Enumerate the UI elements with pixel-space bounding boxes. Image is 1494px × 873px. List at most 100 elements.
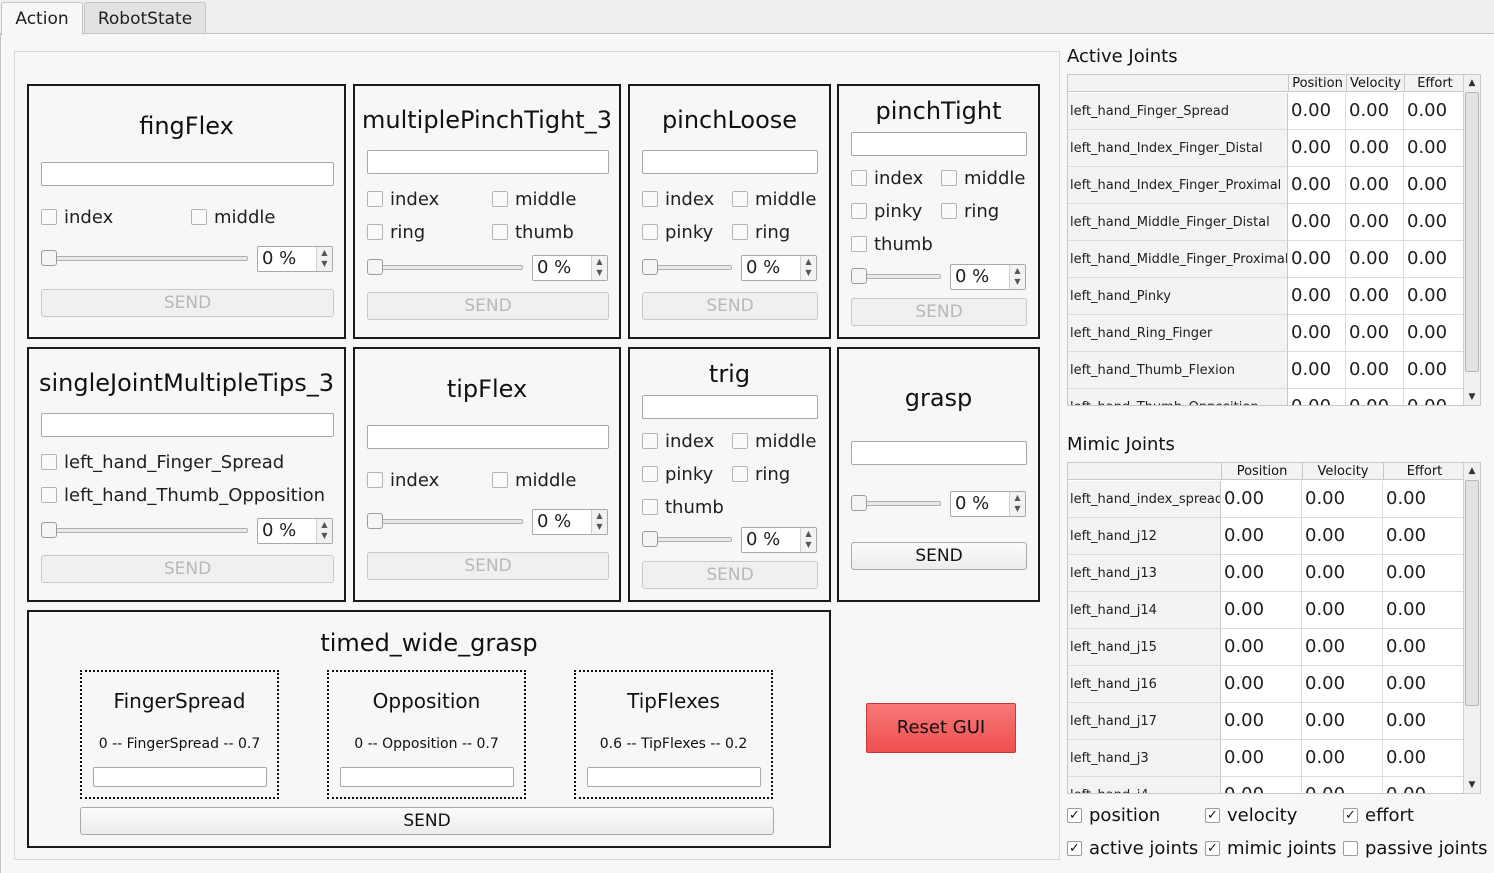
spin-arrows[interactable]: ▲ ▼ — [316, 247, 332, 271]
scrollbar-thumb[interactable] — [1465, 92, 1479, 372]
table-row[interactable]: left_hand_Finger_Spread 0.00 0.00 0.00 — [1068, 93, 1465, 130]
table-row[interactable]: left_hand_j40.000.000.00 — [1068, 777, 1465, 793]
fingflex-checkbox-index[interactable]: index — [41, 206, 113, 228]
slider-handle[interactable] — [642, 531, 658, 547]
table-cell[interactable]: 0.00 — [1346, 241, 1404, 278]
pinchloose-checkbox-index[interactable]: index — [642, 188, 714, 210]
tab-action[interactable]: Action — [1, 2, 83, 35]
filter-checkbox-velocity[interactable]: ✓ velocity — [1205, 805, 1297, 826]
table-cell[interactable]: 0.00 — [1383, 592, 1465, 629]
table-cell[interactable]: 0.00 — [1302, 555, 1383, 592]
scroll-up-icon[interactable]: ▲ — [1464, 463, 1480, 479]
table-cell[interactable]: 0.00 — [1404, 167, 1465, 204]
trig-checkbox-pinky[interactable]: pinky — [642, 463, 713, 485]
table-cell[interactable]: 0.00 — [1288, 352, 1346, 389]
spin-down-icon[interactable]: ▼ — [592, 521, 607, 532]
pinchtight-checkbox-index[interactable]: index — [851, 167, 923, 189]
table-row[interactable]: left_hand_j13 0.00 0.00 0.00 — [1068, 555, 1465, 592]
spin-up-icon[interactable]: ▲ — [1010, 492, 1025, 503]
table-cell[interactable]: 0.00 — [1383, 777, 1465, 793]
table-cell[interactable]: 0.00 — [1302, 629, 1383, 666]
trig-checkbox-thumb[interactable]: thumb — [642, 496, 724, 518]
slider-handle[interactable] — [367, 513, 383, 529]
table-row[interactable]: left_hand_j16 0.00 0.00 0.00 — [1068, 666, 1465, 703]
table-cell[interactable]: 0.00 — [1221, 629, 1302, 666]
scroll-down-icon[interactable]: ▼ — [1464, 389, 1480, 405]
trig-percent-spinbox[interactable]: 0 % ▲ ▼ — [741, 527, 817, 553]
pinchloose-text-input[interactable] — [642, 150, 818, 174]
slider-handle[interactable] — [642, 259, 658, 275]
table-cell[interactable]: 0.00 — [1302, 703, 1383, 740]
table-cell[interactable]: 0.00 — [1346, 352, 1404, 389]
table-cell[interactable]: 0.00 — [1221, 777, 1302, 793]
sjmt3-checkbox-thumb-opposition[interactable]: left_hand_Thumb_Opposition — [41, 484, 325, 506]
table-cell[interactable]: 0.00 — [1288, 167, 1346, 204]
table-row[interactable]: left_hand_Thumb_Opposition0.000.000.00 — [1068, 389, 1465, 405]
filter-checkbox-position[interactable]: ✓ position — [1067, 805, 1160, 826]
fingflex-send-button[interactable]: SEND — [41, 289, 334, 317]
column-header[interactable]: Effort — [1383, 463, 1465, 480]
table-cell[interactable]: 0.00 — [1346, 315, 1404, 352]
table-cell[interactable]: 0.00 — [1404, 93, 1465, 130]
mpt3-slider[interactable] — [367, 259, 523, 275]
table-cell[interactable]: 0.00 — [1404, 315, 1465, 352]
table-row[interactable]: left_hand_j15 0.00 0.00 0.00 — [1068, 629, 1465, 666]
table-row[interactable]: left_hand_index_spread 0.00 0.00 0.00 — [1068, 481, 1465, 518]
fingflex-text-input[interactable] — [41, 162, 334, 186]
pinchloose-slider[interactable] — [642, 259, 732, 275]
table-cell[interactable]: 0.00 — [1221, 703, 1302, 740]
sjmt3-slider[interactable] — [41, 522, 248, 538]
spin-down-icon[interactable]: ▼ — [317, 530, 332, 541]
scrollbar-thumb[interactable] — [1465, 480, 1479, 706]
table-row[interactable]: left_hand_j14 0.00 0.00 0.00 — [1068, 592, 1465, 629]
spin-arrows[interactable]: ▲ ▼ — [800, 528, 816, 552]
pinchtight-slider[interactable] — [851, 268, 941, 284]
pinchtight-text-input[interactable] — [851, 132, 1027, 156]
table-row[interactable]: left_hand_j17 0.00 0.00 0.00 — [1068, 703, 1465, 740]
table-cell[interactable]: 0.00 — [1221, 518, 1302, 555]
spin-up-icon[interactable]: ▲ — [1010, 265, 1025, 276]
fingflex-slider[interactable] — [41, 250, 248, 266]
column-header[interactable]: Velocity — [1302, 463, 1383, 480]
slider-handle[interactable] — [41, 522, 57, 538]
table-cell[interactable]: 0.00 — [1404, 278, 1465, 315]
table-cell[interactable]: 0.00 — [1221, 740, 1302, 777]
sjmt3-checkbox-finger-spread[interactable]: left_hand_Finger_Spread — [41, 451, 284, 473]
table-cell[interactable]: 0.00 — [1346, 93, 1404, 130]
table-cell[interactable]: 0.00 — [1288, 315, 1346, 352]
table-cell[interactable]: 0.00 — [1404, 352, 1465, 389]
tipflex-text-input[interactable] — [367, 425, 609, 449]
mpt3-checkbox-ring[interactable]: ring — [367, 221, 425, 243]
pinchtight-percent-spinbox[interactable]: 0 % ▲ ▼ — [950, 264, 1026, 290]
pinchloose-checkbox-ring[interactable]: ring — [732, 221, 790, 243]
filter-checkbox-active-joints[interactable]: ✓ active joints — [1067, 838, 1198, 859]
table-cell[interactable]: 0.00 — [1383, 518, 1465, 555]
table-cell[interactable]: 0.00 — [1404, 241, 1465, 278]
opposition-input[interactable] — [340, 767, 514, 787]
table-cell[interactable]: 0.00 — [1221, 592, 1302, 629]
table-row[interactable]: left_hand_Pinky 0.00 0.00 0.00 — [1068, 278, 1465, 315]
grasp-send-button[interactable]: SEND — [851, 542, 1027, 570]
table-cell[interactable]: 0.00 — [1404, 389, 1465, 405]
tipflex-send-button[interactable]: SEND — [367, 552, 609, 580]
table-row[interactable]: left_hand_Ring_Finger 0.00 0.00 0.00 — [1068, 315, 1465, 352]
spin-down-icon[interactable]: ▼ — [801, 267, 816, 278]
table-cell[interactable]: 0.00 — [1346, 204, 1404, 241]
pinchtight-checkbox-ring[interactable]: ring — [941, 200, 999, 222]
trig-text-input[interactable] — [642, 395, 818, 419]
table-cell[interactable]: 0.00 — [1383, 703, 1465, 740]
table-cell[interactable]: 0.00 — [1383, 740, 1465, 777]
fingflex-percent-spinbox[interactable]: 0 % ▲ ▼ — [257, 246, 333, 272]
table-cell[interactable]: 0.00 — [1302, 592, 1383, 629]
table-cell[interactable]: 0.00 — [1346, 278, 1404, 315]
slider-handle[interactable] — [851, 495, 867, 511]
table-cell[interactable]: 0.00 — [1346, 389, 1404, 405]
table-cell[interactable]: 0.00 — [1302, 518, 1383, 555]
timed-send-button[interactable]: SEND — [80, 807, 774, 835]
spin-down-icon[interactable]: ▼ — [1010, 503, 1025, 514]
grasp-percent-spinbox[interactable]: 0 % ▲ ▼ — [950, 491, 1026, 517]
table-cell[interactable]: 0.00 — [1288, 93, 1346, 130]
spin-down-icon[interactable]: ▼ — [317, 258, 332, 269]
spin-up-icon[interactable]: ▲ — [317, 247, 332, 258]
table-cell[interactable]: 0.00 — [1221, 481, 1302, 518]
